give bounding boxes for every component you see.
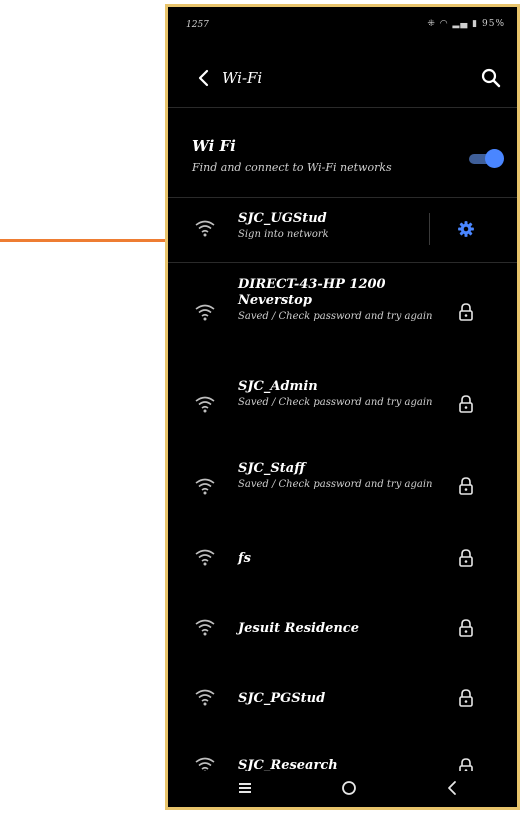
divider [168, 262, 517, 263]
home-icon[interactable] [340, 779, 358, 797]
wifi-switch-title: Wi Fi [192, 137, 236, 155]
wifi-signal-icon [195, 304, 215, 321]
nav-back-icon[interactable] [444, 779, 462, 797]
back-arrow-icon[interactable] [192, 66, 216, 90]
wifi-signal-icon [195, 478, 215, 495]
network-text: DIRECT-43-HP 1200 Neverstop Saved / Chec… [238, 277, 438, 323]
network-text: fs [238, 551, 438, 567]
search-icon[interactable] [479, 66, 503, 90]
toggle-knob [485, 149, 504, 168]
app-bar: Wi-Fi [168, 55, 517, 101]
wifi-signal-icon [195, 689, 215, 706]
lock-icon [459, 549, 473, 567]
network-name: SJC_PGStud [238, 691, 326, 706]
network-text: SJC_PGStud [238, 691, 438, 707]
network-text: SJC_Admin Saved / Check password and try… [238, 379, 438, 409]
divider [168, 107, 517, 108]
network-status: Saved / Check password and try again [238, 479, 433, 490]
network-status: Sign into network [238, 229, 329, 240]
lock-icon [459, 689, 473, 707]
wifi-signal-icon [195, 549, 215, 566]
network-item-direct-hp[interactable]: DIRECT-43-HP 1200 Neverstop Saved / Chec… [168, 277, 517, 349]
network-name: SJC_UGStud [238, 211, 327, 226]
status-bar: 1257 ⁜ ◠ ▂▄ ▮ 95% [168, 7, 517, 41]
network-name: SJC_Admin [238, 379, 318, 394]
gear-icon[interactable] [457, 220, 475, 238]
network-item-sjc-pgstud[interactable]: SJC_PGStud [168, 682, 517, 716]
network-text: Jesuit Residence [238, 621, 438, 637]
network-status: Saved / Check password and try again [238, 311, 433, 322]
network-name: Jesuit Residence [238, 621, 359, 636]
lock-icon [459, 477, 473, 495]
network-item-sjc-admin[interactable]: SJC_Admin Saved / Check password and try… [168, 375, 517, 433]
network-text: SJC_Staff Saved / Check password and try… [238, 461, 438, 491]
network-text: SJC_UGStud Sign into network [238, 211, 438, 241]
network-item-jesuit-residence[interactable]: Jesuit Residence [168, 612, 517, 646]
wifi-toggle[interactable] [469, 149, 504, 169]
wifi-master-switch-row[interactable]: Wi Fi Find and connect to Wi-Fi networks [168, 131, 517, 191]
status-time: 1257 [186, 20, 209, 30]
lock-icon [459, 303, 473, 321]
wifi-signal-icon [195, 396, 215, 413]
network-item-sjc-ugstud[interactable]: SJC_UGStud Sign into network [168, 207, 517, 257]
page-title: Wi-Fi [222, 69, 263, 87]
navigation-bar [168, 771, 517, 807]
divider [168, 197, 517, 198]
wifi-signal-icon [195, 619, 215, 636]
wifi-signal-icon [195, 220, 215, 237]
network-status: Saved / Check password and try again [238, 397, 433, 408]
network-name: DIRECT-43-HP 1200 Neverstop [238, 277, 386, 308]
status-icons: ⁜ ◠ ▂▄ ▮ 95% [427, 19, 505, 29]
network-name: fs [238, 551, 251, 566]
network-item-sjc-staff[interactable]: SJC_Staff Saved / Check password and try… [168, 457, 517, 515]
vertical-divider [429, 213, 430, 245]
recent-apps-icon[interactable] [236, 779, 254, 797]
network-name: SJC_Staff [238, 461, 305, 476]
annotation-arrow-line [0, 239, 174, 242]
lock-icon [459, 619, 473, 637]
wifi-switch-subtitle: Find and connect to Wi-Fi networks [192, 161, 392, 174]
phone-screen: 1257 ⁜ ◠ ▂▄ ▮ 95% Wi-Fi Wi Fi Find and c… [165, 4, 520, 810]
lock-icon [459, 395, 473, 413]
network-item-fs[interactable]: fs [168, 542, 517, 576]
